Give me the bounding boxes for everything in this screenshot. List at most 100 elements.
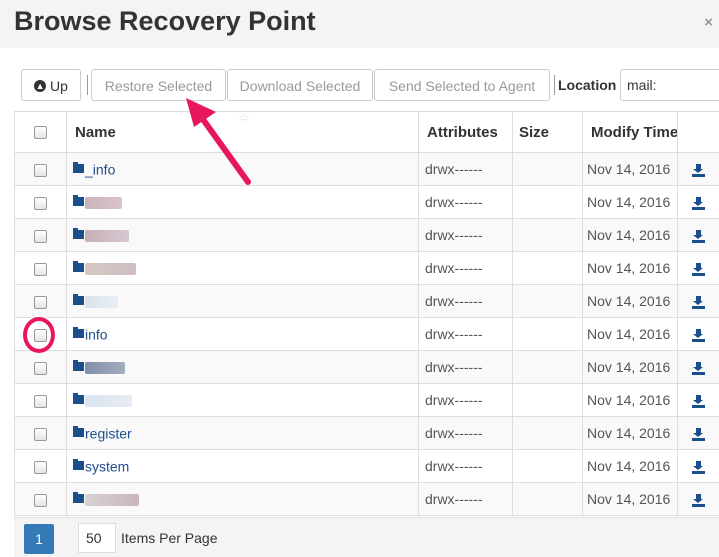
highlight-circle-annotation [23,317,55,353]
row-checkbox[interactable] [34,494,47,507]
attributes-cell: drwx------ [419,252,513,285]
redacted-name [85,230,129,242]
redacted-name [85,197,122,209]
download-selected-button[interactable]: Download Selected [227,69,373,101]
modify-time-cell: Nov 14, 2016 [583,219,678,252]
name-cell: register [67,417,419,450]
modify-time-header[interactable]: Modify Time [583,112,678,153]
modify-time-cell: Nov 14, 2016 [583,351,678,384]
table-header-row: Name Attributes Size Modify Time [15,112,719,153]
download-icon[interactable] [692,230,705,243]
table-row[interactable]: drwx------ Nov 14, 2016 [15,483,719,516]
modify-time-cell: Nov 14, 2016 [583,417,678,450]
row-checkbox[interactable] [34,395,47,408]
size-cell [513,318,583,351]
folder-icon [73,329,84,338]
download-icon[interactable] [692,494,705,507]
restore-selected-button[interactable]: Restore Selected [91,69,226,101]
modify-time-cell: Nov 14, 2016 [583,252,678,285]
download-icon[interactable] [692,197,705,210]
row-checkbox[interactable] [34,362,47,375]
size-cell [513,384,583,417]
folder-name[interactable]: info [85,327,108,343]
attributes-cell: drwx------ [419,351,513,384]
attributes-header[interactable]: Attributes [419,112,513,153]
attributes-cell: drwx------ [419,417,513,450]
size-cell [513,186,583,219]
table-row[interactable]: drwx------Nov 14, 2016 [15,219,719,252]
row-checkbox[interactable] [34,197,47,210]
close-icon[interactable]: × [704,14,713,31]
name-cell [67,483,419,516]
modify-time-cell: Nov 14, 2016 [583,450,678,483]
items-per-page-label: Items Per Page [121,523,218,553]
download-icon[interactable] [692,329,705,342]
size-header[interactable]: Size [513,112,583,153]
folder-name[interactable]: system [85,459,129,475]
row-checkbox-cell [15,417,67,450]
attributes-cell: drwx------ [419,186,513,219]
row-checkbox[interactable] [34,461,47,474]
send-to-agent-button[interactable]: Send Selected to Agent [374,69,550,101]
download-icon[interactable] [692,461,705,474]
row-checkbox[interactable] [34,230,47,243]
toolbar: ▲Up Restore Selected Download Selected S… [21,69,719,103]
select-all-cell [15,112,67,153]
size-cell [513,483,583,516]
table-row[interactable]: drwx------ Nov 14, 2016 [15,252,719,285]
name-cell [67,186,419,219]
table-row[interactable]: drwx------Nov 14, 2016 [15,285,719,318]
row-checkbox[interactable] [34,296,47,309]
modify-time-cell: Nov 14, 2016 [583,483,678,516]
download-icon[interactable] [692,395,705,408]
items-per-page-input[interactable]: 50 [78,523,116,553]
attributes-cell: drwx------ [419,450,513,483]
redacted-name [85,494,139,506]
table-row[interactable]: drwx------Nov 14, 2016 [15,186,719,219]
dialog-header: Browse Recovery Point × [0,0,719,48]
folder-name[interactable]: register [85,426,132,442]
table-row[interactable]: infodrwx------Nov 14, 2016 [15,318,719,351]
attributes-cell: drwx------ [419,153,513,186]
download-icon[interactable] [692,362,705,375]
row-checkbox[interactable] [34,263,47,276]
download-icon[interactable] [692,164,705,177]
name-cell [67,252,419,285]
row-checkbox[interactable] [34,164,47,177]
folder-icon [73,263,84,272]
action-cell [678,483,719,516]
action-cell [678,417,719,450]
row-checkbox-cell [15,351,67,384]
up-button[interactable]: ▲Up [21,69,81,101]
name-cell [67,285,419,318]
download-icon[interactable] [692,296,705,309]
dialog-title: Browse Recovery Point [14,6,316,37]
table-row[interactable]: register drwx------ Nov 14, 2016 [15,417,719,450]
redacted-name [85,362,125,374]
row-checkbox-cell [15,450,67,483]
row-checkbox[interactable] [34,428,47,441]
location-input[interactable]: mail: [620,69,719,101]
folder-icon [73,197,84,206]
pagination-bar: 1 50 Items Per Page [14,517,719,557]
table-row[interactable]: system drwx------ Nov 14, 2016 [15,450,719,483]
download-icon[interactable] [692,263,705,276]
row-checkbox-cell [15,483,67,516]
row-checkbox-cell [15,384,67,417]
action-cell [678,450,719,483]
folder-icon [73,230,84,239]
select-all-checkbox[interactable] [34,126,47,139]
folder-icon [73,494,84,503]
attributes-cell: drwx------ [419,483,513,516]
table-row[interactable]: drwx------ Nov 14, 2016 [15,351,719,384]
table-row[interactable]: _infodrwx------Nov 14, 2016 [15,153,719,186]
folder-name[interactable]: _info [85,162,115,178]
page-button-current[interactable]: 1 [24,524,54,554]
table-row[interactable]: drwx------Nov 14, 2016 [15,384,719,417]
sort-caret-icon [240,115,248,119]
size-cell [513,219,583,252]
attributes-cell: drwx------ [419,384,513,417]
action-cell [678,252,719,285]
folder-icon [73,461,84,470]
download-icon[interactable] [692,428,705,441]
